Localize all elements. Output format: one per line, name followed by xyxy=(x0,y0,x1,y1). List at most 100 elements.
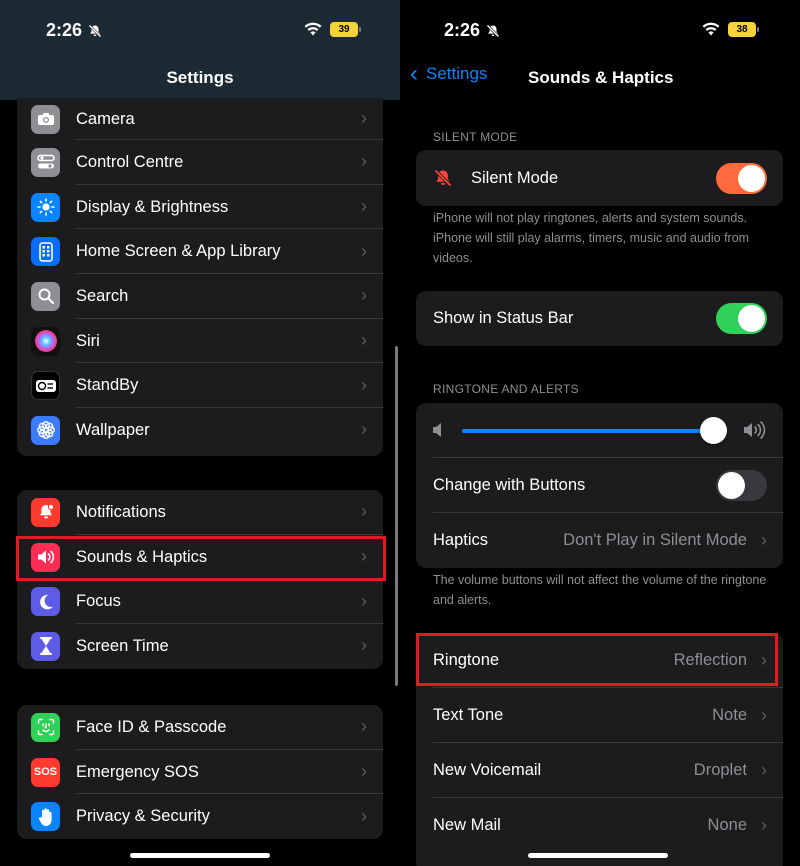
new-voicemail-row[interactable]: New Voicemail Droplet › xyxy=(416,743,783,798)
silent-mode-toggle[interactable] xyxy=(716,162,767,194)
tone-label: Text Tone xyxy=(433,706,504,724)
show-in-status-bar-label: Show in Status Bar xyxy=(433,309,574,327)
wifi-icon xyxy=(702,22,720,36)
settings-row-wallpaper[interactable]: Wallpaper › xyxy=(17,408,383,453)
battery-indicator: 38 xyxy=(728,22,759,37)
settings-group-privacy: Face ID & Passcode › SOS Emergency SOS ›… xyxy=(17,705,383,839)
settings-row-home-screen[interactable]: Home Screen & App Library › xyxy=(17,229,383,275)
silent-mode-footer: iPhone will not play ringtones, alerts a… xyxy=(433,211,750,265)
settings-row-control-centre[interactable]: Control Centre › xyxy=(17,140,383,185)
change-with-buttons-row[interactable]: Change with Buttons xyxy=(416,458,783,513)
settings-row-siri[interactable]: Siri › xyxy=(17,319,383,364)
settings-row-label: Camera xyxy=(76,109,135,128)
volume-slider-row xyxy=(416,403,783,458)
camera-icon xyxy=(31,104,60,134)
settings-row-emergency-sos[interactable]: SOS Emergency SOS › xyxy=(17,750,383,795)
home-indicator[interactable] xyxy=(130,853,270,858)
settings-row-camera[interactable]: Camera › xyxy=(17,98,383,140)
search-icon xyxy=(31,281,60,311)
settings-row-search[interactable]: Search › xyxy=(17,274,383,319)
tone-value: Note xyxy=(712,706,747,724)
show-in-status-bar-row[interactable]: Show in Status Bar xyxy=(416,291,783,346)
settings-row-label: Home Screen & App Library xyxy=(76,242,281,261)
settings-row-label: Search xyxy=(76,286,129,305)
hourglass-icon xyxy=(31,631,60,661)
settings-row-label: Privacy & Security xyxy=(76,807,210,826)
settings-group-general: Camera › Control Centre › Display & Brig… xyxy=(17,98,383,456)
highlight-box xyxy=(16,536,386,581)
text-tone-row[interactable]: Text Tone Note › xyxy=(416,688,783,743)
settings-row-standby[interactable]: StandBy › xyxy=(17,363,383,409)
bell-slash-icon xyxy=(434,169,452,187)
chevron-right-icon: › xyxy=(761,529,767,550)
hand-icon xyxy=(31,802,60,832)
haptics-row[interactable]: Haptics Don't Play in Silent Mode › xyxy=(416,513,783,568)
settings-row-display-brightness[interactable]: Display & Brightness › xyxy=(17,185,383,230)
ringtone-alerts-group: Change with Buttons Haptics Don't Play i… xyxy=(416,403,783,568)
change-with-buttons-toggle[interactable] xyxy=(716,470,767,501)
tone-value: Droplet xyxy=(693,761,747,779)
volume-high-icon xyxy=(744,421,766,439)
settings-row-label: Emergency SOS xyxy=(76,762,199,781)
settings-row-label: StandBy xyxy=(76,376,139,395)
settings-row-notifications[interactable]: Notifications › xyxy=(17,490,383,535)
control-centre-icon xyxy=(31,147,60,177)
moon-icon xyxy=(31,587,60,617)
chevron-right-icon: › xyxy=(361,240,367,261)
chevron-left-icon: ‹ xyxy=(410,60,418,87)
back-label: Settings xyxy=(426,64,488,83)
chevron-right-icon: › xyxy=(361,761,367,782)
settings-row-label: Screen Time xyxy=(76,636,169,655)
new-mail-row[interactable]: New Mail None › xyxy=(416,798,783,853)
highlight-box xyxy=(416,633,778,686)
status-bar-group: Show in Status Bar xyxy=(416,291,783,346)
volume-slider[interactable] xyxy=(462,417,727,444)
chevron-right-icon: › xyxy=(761,704,767,725)
chevron-right-icon: › xyxy=(361,108,367,129)
settings-row-label: Focus xyxy=(76,592,121,611)
settings-row-screen-time[interactable]: Screen Time › xyxy=(17,624,383,669)
sos-icon: SOS xyxy=(31,757,60,787)
home-indicator[interactable] xyxy=(528,853,668,858)
back-button[interactable]: ‹ Settings xyxy=(410,60,488,87)
volume-slider-knob[interactable] xyxy=(699,417,727,444)
tone-label: New Voicemail xyxy=(433,761,542,779)
settings-row-label: Display & Brightness xyxy=(76,197,229,216)
sun-icon xyxy=(31,192,60,222)
silent-mode-row[interactable]: Silent Mode xyxy=(416,150,783,206)
chevron-right-icon: › xyxy=(361,590,367,611)
chevron-right-icon: › xyxy=(361,196,367,217)
battery-indicator: 39 xyxy=(330,22,361,37)
chevron-right-icon: › xyxy=(361,635,367,656)
chevron-right-icon: › xyxy=(761,814,767,835)
settings-row-face-id[interactable]: Face ID & Passcode › xyxy=(17,705,383,750)
bell-icon xyxy=(31,497,60,527)
chevron-right-icon: › xyxy=(361,330,367,351)
settings-row-focus[interactable]: Focus › xyxy=(17,579,383,625)
page-title: Settings xyxy=(166,68,234,87)
chevron-right-icon: › xyxy=(361,501,367,522)
chevron-right-icon: › xyxy=(361,716,367,737)
settings-screen: 2:26 39 Settings Camera › Control Centre… xyxy=(0,0,400,866)
sounds-haptics-screen: 2:26 38 ‹ Settings Sounds & Haptics SILE… xyxy=(400,0,800,866)
status-bar: 2:26 39 xyxy=(0,0,400,60)
settings-row-label: Wallpaper xyxy=(76,420,150,439)
tone-label: New Mail xyxy=(433,816,501,834)
section-header-ringtone-alerts: RINGTONE AND ALERTS xyxy=(433,382,579,396)
haptics-value: Don't Play in Silent Mode xyxy=(563,531,747,549)
section-header-silent-mode: SILENT MODE xyxy=(433,130,518,144)
silent-bell-icon xyxy=(88,24,102,37)
volume-low-icon xyxy=(433,423,441,437)
settings-row-label: Control Centre xyxy=(76,152,184,171)
nav-bar: 2:26 38 ‹ Settings Sounds & Haptics xyxy=(400,0,800,100)
wallpaper-icon xyxy=(31,415,60,445)
standby-icon xyxy=(31,371,60,401)
chevron-right-icon: › xyxy=(361,374,367,395)
scrollbar[interactable] xyxy=(395,346,398,686)
chevron-right-icon: › xyxy=(361,285,367,306)
silent-mode-label: Silent Mode xyxy=(471,168,559,187)
volume-slider-fill xyxy=(462,429,713,433)
home-screen-icon xyxy=(31,237,60,267)
show-in-status-bar-toggle[interactable] xyxy=(716,303,767,334)
settings-row-privacy[interactable]: Privacy & Security › xyxy=(17,794,383,839)
